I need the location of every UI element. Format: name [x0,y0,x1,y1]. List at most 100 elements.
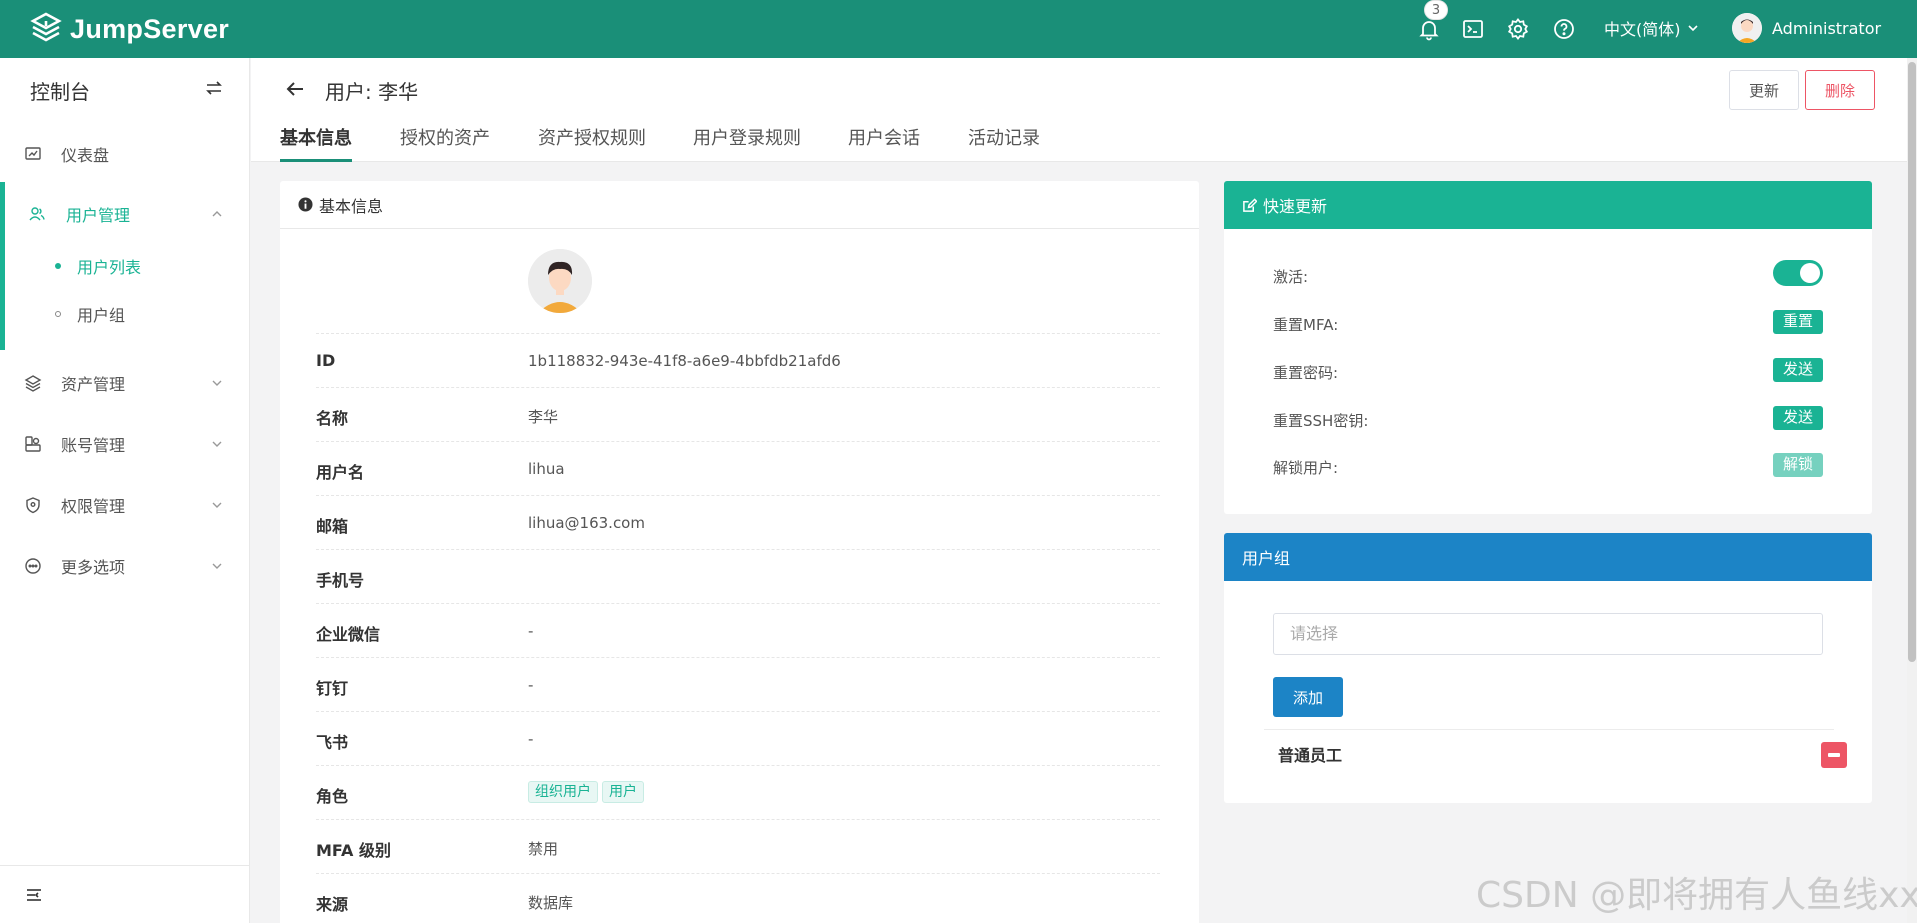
card-header: 基本信息 [280,181,1199,229]
row-label: 飞书 [316,733,349,752]
reset-ssh-key-row: 重置SSH密钥: 发送 [1273,406,1823,436]
user-group-select[interactable]: 请选择 [1273,613,1823,655]
role-tags: 组织用户 用户 [528,781,648,803]
app-name: JumpServer [70,13,230,44]
sidebar-item-label: 权限管理 [61,497,126,516]
detail-row-roles: 角色 组织用户 用户 [316,765,1160,819]
reset-ssh-key-label: 重置SSH密钥: [1273,412,1369,430]
detail-row-name: 名称 李华 [316,387,1160,441]
sidebar-subitem-label: 用户列表 [77,258,142,277]
row-label: 角色 [316,787,349,806]
active-toggle[interactable] [1773,260,1823,286]
remove-group-button[interactable] [1821,742,1847,768]
sidebar-item-label: 账号管理 [61,436,126,455]
chevron-down-icon [212,502,222,508]
more-icon [25,558,41,574]
unlock-user-label: 解锁用户: [1273,459,1339,477]
add-user-group-button[interactable]: 添加 [1273,677,1343,717]
update-button[interactable]: 更新 [1729,70,1799,110]
users-icon [29,207,45,221]
detail-row-dingtalk: 钉钉 - [316,657,1160,711]
username: Administrator [1772,18,1882,38]
tab-login-rules[interactable]: 用户登录规则 [693,124,801,162]
tab-authorized-assets[interactable]: 授权的资产 [400,124,490,162]
card-title: 快速更新 [1263,197,1328,216]
chevron-up-icon [212,211,222,217]
row-label: ID [316,351,336,370]
help-icon[interactable] [1552,17,1576,41]
sidebar-item-permission-management[interactable]: 权限管理 [0,480,249,530]
send-reset-ssh-key-button[interactable]: 发送 [1772,406,1823,430]
detail-row-email: 邮箱 lihua@163.com [316,495,1160,549]
chevron-down-icon [1687,25,1698,32]
sidebar-subitem-user-list[interactable]: 用户列表 [0,246,249,286]
row-label: 邮箱 [316,517,349,536]
active-label: 激活: [1273,268,1309,286]
row-value: 李华 [528,408,559,426]
page-header: 用户: 李华 更新 删除 基本信息 授权的资产 资产授权规则 用户登录规则 用户… [251,58,1907,162]
scrollbar[interactable] [1907,58,1917,923]
row-label: 用户名 [316,463,365,482]
unlock-user-button[interactable]: 解锁 [1772,453,1823,477]
sidebar-item-label: 用户管理 [66,206,131,225]
scrollbar-thumb[interactable] [1908,62,1916,662]
bullet-icon [55,311,61,317]
row-label: 企业微信 [316,625,381,644]
card-title: 用户组 [1242,549,1291,568]
sidebar-item-user-management[interactable]: 用户管理 [0,189,249,239]
delete-button[interactable]: 删除 [1805,70,1875,110]
role-tag: 组织用户 [528,781,598,803]
top-navbar: JumpServer 3 中文(简体) Administrator [0,0,1917,58]
detail-row-username: 用户名 lihua [316,441,1160,495]
gear-icon[interactable] [1506,17,1530,41]
reset-password-label: 重置密码: [1273,364,1339,382]
detail-row-source: 来源 数据库 [316,873,1160,923]
unlock-user-row: 解锁用户: 解锁 [1273,453,1823,483]
group-name: 普通员工 [1278,746,1343,765]
tab-activity-log[interactable]: 活动记录 [968,124,1040,162]
chevron-down-icon [212,380,222,386]
shield-icon [26,497,40,514]
layers-icon [24,375,42,392]
sidebar-item-asset-management[interactable]: 资产管理 [0,358,249,408]
reset-mfa-button[interactable]: 重置 [1772,310,1823,334]
detail-row-mfa-level: MFA 级别 禁用 [316,819,1160,873]
send-reset-password-button[interactable]: 发送 [1772,358,1823,382]
row-label: MFA 级别 [316,841,391,860]
detail-row-feishu: 飞书 - [316,711,1160,765]
detail-row-id: ID 1b118832-943e-41f8-a6e9-4bbfdb21afd6 [316,333,1160,387]
card-header: 快速更新 [1224,181,1872,229]
card-header: 用户组 [1224,533,1872,581]
bullet-icon [55,263,61,269]
user-menu[interactable]: Administrator [1732,13,1881,43]
account-icon [25,436,41,452]
collapse-menu-icon[interactable] [26,888,42,902]
row-value: lihua [528,460,565,478]
terminal-icon[interactable] [1461,17,1485,41]
user-group-card: 用户组 请选择 添加 普通员工 [1224,533,1872,803]
sidebar-item-dashboard[interactable]: 仪表盘 [0,129,249,179]
sidebar-item-more-options[interactable]: 更多选项 [0,541,249,591]
tab-asset-permission-rules[interactable]: 资产授权规则 [538,124,646,162]
card-title: 基本信息 [319,196,384,216]
basic-info-card: 基本信息 ID 1b118832-943e-41f8-a6e9-4bbfdb21… [280,181,1199,923]
info-icon [298,197,313,212]
notification-badge: 3 [1424,0,1448,20]
bell-icon[interactable] [1417,17,1441,41]
language-selector[interactable]: 中文(简体) [1604,16,1699,40]
row-value: - [528,622,534,640]
sidebar-item-account-management[interactable]: 账号管理 [0,419,249,469]
back-arrow-icon[interactable] [284,78,306,100]
tab-user-sessions[interactable]: 用户会话 [848,124,920,162]
detail-row-wecom: 企业微信 - [316,603,1160,657]
sidebar-item-label: 更多选项 [61,558,126,577]
app-logo[interactable]: JumpServer [30,10,229,48]
toggle-knob [1800,263,1820,283]
sidebar-footer [0,865,249,923]
sidebar-subitem-user-group[interactable]: 用户组 [0,294,249,334]
sidebar: 控制台 仪表盘 用户管理 用户列表 用户组 资产管理 账号管理 权限管理 更多选… [0,58,250,923]
page-title: 用户: 李华 [325,80,419,104]
switch-view-icon[interactable] [204,78,224,98]
quick-update-card: 快速更新 激活: 重置MFA: 重置 重置密码: 发送 重置SSH密钥: 发送 … [1224,181,1872,514]
tab-basic-info[interactable]: 基本信息 [280,124,352,162]
